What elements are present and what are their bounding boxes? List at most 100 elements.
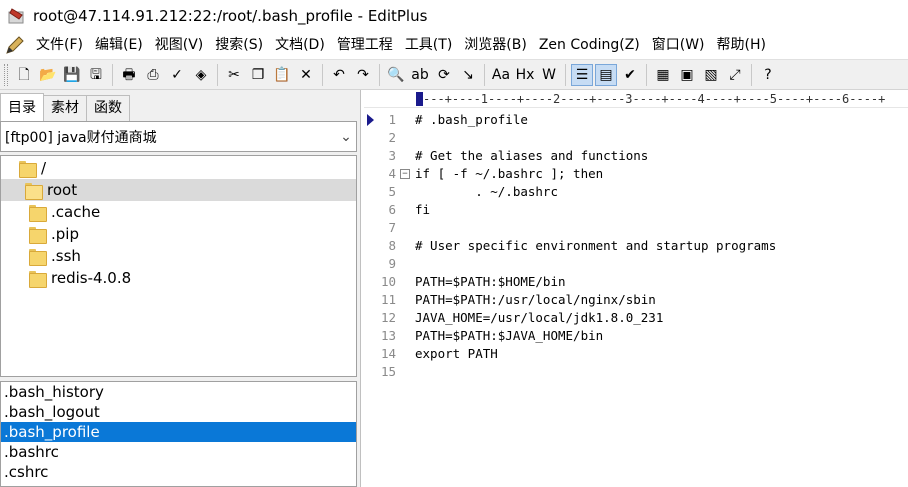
check-icon[interactable]: ✔ — [619, 64, 641, 86]
save-icon[interactable]: 💾 — [61, 64, 83, 86]
line-number: 12 — [380, 310, 396, 325]
menu-document[interactable]: 文档(D) — [269, 31, 331, 59]
help-icon[interactable]: ? — [757, 64, 779, 86]
print-preview-icon[interactable]: 🖶 — [118, 64, 140, 86]
code-text: . ~/.bashrc — [415, 184, 558, 199]
undo-icon[interactable]: ↶ — [328, 64, 350, 86]
browser-preview-icon[interactable]: ◈ — [190, 64, 212, 86]
menu-zen-coding[interactable]: Zen Coding(Z) — [533, 31, 646, 59]
toolbar: 🗋 📂 💾 🖫 🖶 ⎙ ✓ ◈ ✂ ❐ 📋 ✕ ↶ ↷ 🔍 ab ⟳ ↘ Aa Hx W ☰ ▤ ✔ ▦ ▣ ▧ ⤢? — [0, 59, 908, 90]
file-list-item[interactable]: .bash_profile — [1, 422, 356, 442]
code-line[interactable]: 7 — [364, 219, 908, 237]
toolbar-separator — [484, 63, 485, 86]
toolbar-grip[interactable] — [4, 63, 8, 86]
menu-edit[interactable]: 编辑(E) — [89, 31, 149, 59]
goto-line-icon[interactable]: ↘ — [457, 64, 479, 86]
line-number: 7 — [388, 220, 396, 235]
tree-item[interactable]: root — [1, 179, 356, 201]
file-list-item[interactable]: .bash_logout — [1, 402, 356, 422]
code-line[interactable]: 13 PATH=$PATH:$JAVA_HOME/bin — [364, 327, 908, 345]
code-text: PATH=$PATH:$JAVA_HOME/bin — [415, 328, 604, 343]
line-number: 14 — [380, 346, 396, 361]
folder-icon — [29, 204, 47, 222]
column-ruler-icon[interactable]: ▤ — [595, 63, 617, 86]
menu-browser[interactable]: 浏览器(B) — [458, 31, 533, 59]
replace-icon[interactable]: ab — [409, 64, 431, 86]
new-file-icon[interactable]: 🗋 — [13, 64, 35, 86]
redo-icon[interactable]: ↷ — [352, 64, 374, 86]
code-line[interactable]: 3 # Get the aliases and functions — [364, 147, 908, 165]
folder-icon — [29, 226, 47, 244]
line-number: 2 — [388, 130, 396, 145]
paste-icon[interactable]: 📋 — [271, 64, 293, 86]
column-ruler: ---+----1----+----2----+----3----+----4-… — [364, 90, 908, 108]
spellcheck-icon[interactable]: ✓ — [166, 64, 188, 86]
code-text: PATH=$PATH:/usr/local/nginx/sbin — [415, 292, 656, 307]
editor-pane[interactable]: ---+----1----+----2----+----3----+----4-… — [364, 90, 908, 487]
folder-icon — [25, 182, 43, 200]
file-list-item[interactable]: .cshrc — [1, 462, 356, 482]
fullscreen-icon[interactable]: ⤢ — [724, 64, 746, 86]
folder-icon — [19, 160, 37, 178]
tree-item[interactable]: .cache — [1, 201, 356, 223]
code-line[interactable]: 4− if [ -f ~/.bashrc ]; then — [364, 165, 908, 183]
cut-icon[interactable]: ✂ — [223, 64, 245, 86]
menu-file[interactable]: 文件(F) — [30, 31, 89, 59]
tree-item[interactable]: .ssh — [1, 245, 356, 267]
line-number: 6 — [388, 202, 396, 217]
code-line[interactable]: 6 fi — [364, 201, 908, 219]
open-folder-icon[interactable]: 📂 — [37, 64, 59, 86]
line-numbers-icon[interactable]: ☰ — [571, 63, 593, 86]
output-window-icon[interactable]: ▧ — [700, 64, 722, 86]
menu-search[interactable]: 搜索(S) — [209, 31, 269, 59]
tree-item[interactable]: .pip — [1, 223, 356, 245]
code-line[interactable]: 1 # .bash_profile — [364, 111, 908, 129]
code-line[interactable]: 5 . ~/.bashrc — [364, 183, 908, 201]
chevron-down-icon[interactable]: ⌄ — [336, 129, 356, 145]
file-list: .bash_history .bash_logout .bash_profile .b… — [0, 381, 357, 487]
word-wrap-icon[interactable]: W — [538, 64, 560, 86]
find-in-files-icon[interactable]: ⟳ — [433, 64, 455, 86]
copy-icon[interactable]: ❐ — [247, 64, 269, 86]
line-number: 5 — [388, 184, 396, 199]
file-list-item[interactable]: .bashrc — [1, 442, 356, 462]
save-all-icon[interactable]: 🖫 — [85, 64, 107, 86]
menu-view[interactable]: 视图(V) — [149, 31, 210, 59]
cliptext-icon[interactable]: ▦ — [652, 64, 674, 86]
code-line[interactable]: 10 PATH=$PATH:$HOME/bin — [364, 273, 908, 291]
directory-window-icon[interactable]: ▣ — [676, 64, 698, 86]
menu-help[interactable]: 帮助(H) — [711, 31, 772, 59]
line-number: 4 — [388, 166, 396, 181]
menu-bar: 文件(F) 编辑(E) 视图(V) 搜索(S) 文档(D) 管理工程 工具(T)… — [0, 31, 908, 59]
font-size-icon[interactable]: Aa — [490, 64, 512, 86]
code-line[interactable]: 8 # User specific environment and startup… — [364, 237, 908, 255]
tree-item-label: / — [41, 159, 47, 177]
fold-toggle-icon[interactable]: − — [400, 169, 410, 179]
directory-panel: 目录 素材 函数 [ftp00] java财付通商城 ⌄ / root .cache… — [0, 90, 361, 487]
menu-tools[interactable]: 工具(T) — [399, 31, 458, 59]
line-number: 15 — [380, 364, 396, 379]
code-line[interactable]: 14 export PATH — [364, 345, 908, 363]
file-list-item[interactable]: .bash_history — [1, 382, 356, 402]
editplus-app-icon — [7, 6, 27, 26]
directory-dropdown[interactable]: [ftp00] java财付通商城 ⌄ — [0, 121, 357, 152]
find-icon[interactable]: 🔍 — [385, 64, 407, 86]
tree-item[interactable]: redis-4.0.8 — [1, 267, 356, 289]
print-icon[interactable]: ⎙ — [142, 64, 164, 86]
panel-tabs: 目录 素材 函数 — [0, 93, 130, 121]
tab-functions[interactable]: 函数 — [86, 95, 130, 121]
delete-icon[interactable]: ✕ — [295, 64, 317, 86]
line-number: 1 — [388, 112, 396, 127]
code-line[interactable]: 12 JAVA_HOME=/usr/local/jdk1.8.0_231 — [364, 309, 908, 327]
tab-directory[interactable]: 目录 — [0, 93, 44, 121]
menu-project[interactable]: 管理工程 — [331, 31, 399, 59]
menu-window[interactable]: 窗口(W) — [646, 31, 711, 59]
code-line[interactable]: 9 — [364, 255, 908, 273]
code-line[interactable]: 2 — [364, 129, 908, 147]
tree-item[interactable]: / — [1, 157, 356, 179]
tab-cliptext[interactable]: 素材 — [43, 95, 87, 121]
code-line[interactable]: 11 PATH=$PATH:/usr/local/nginx/sbin — [364, 291, 908, 309]
hex-icon[interactable]: Hx — [514, 64, 536, 86]
code-line[interactable]: 15 — [364, 363, 908, 381]
ruler-cursor-marker — [416, 92, 423, 106]
